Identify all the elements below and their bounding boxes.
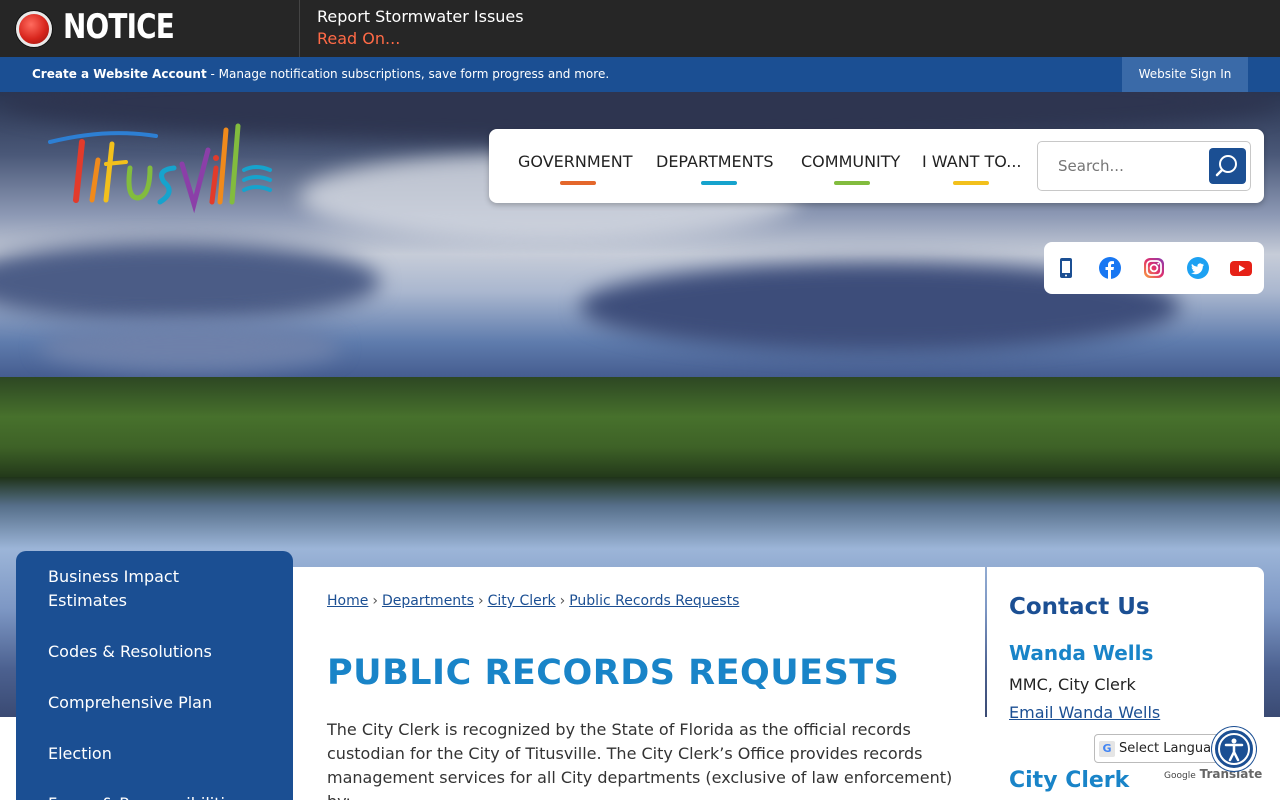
main-content: Home › Departments › City Clerk › Public Recor…: [293, 567, 985, 800]
alert-icon: [16, 11, 52, 47]
facebook-icon[interactable]: [1099, 257, 1121, 279]
notice-label-area: NOTICE: [0, 0, 300, 57]
cloud-shape: [40, 322, 340, 372]
page-title: PUBLIC RECORDS REQUESTS: [327, 653, 900, 693]
notice-bar: NOTICE Report Stormwater Issues Read On.…: [0, 0, 1280, 57]
create-account-link[interactable]: Create a Website Account: [32, 67, 207, 81]
website-sign-in-button[interactable]: Website Sign In: [1122, 57, 1248, 92]
breadcrumb: Home › Departments › City Clerk › Public Recor…: [327, 593, 739, 609]
sidebar-navigation: Business Impact Estimates Codes & Resolu…: [16, 551, 293, 800]
search-icon: [1215, 155, 1237, 177]
sidebar-item-election[interactable]: Election: [48, 742, 112, 766]
email-contact-link[interactable]: Email Wanda Wells: [1009, 703, 1160, 722]
search-box: [1037, 141, 1251, 191]
account-bar: Create a Website Account - Manage notifi…: [0, 57, 1280, 92]
powered-by-google-translate[interactable]: Google Translate: [1164, 767, 1262, 781]
nav-item-community[interactable]: COMMUNITY: [801, 152, 900, 171]
breadcrumb-departments[interactable]: Departments: [382, 593, 474, 609]
contact-name: Wanda Wells: [1009, 641, 1154, 665]
contact-role: MMC, City Clerk: [1009, 675, 1136, 694]
cloud-shape: [0, 242, 380, 322]
search-input[interactable]: [1058, 157, 1198, 175]
language-select-label: Select Language: [1119, 741, 1220, 756]
breadcrumb-separator: ›: [477, 593, 484, 609]
search-button[interactable]: [1209, 148, 1246, 184]
sidebar-item-forms-responsibilities[interactable]: Forms & Responsibilities: [48, 792, 243, 800]
breadcrumb-public-records-requests[interactable]: Public Records Requests: [569, 593, 739, 609]
nav-underline-community: [834, 181, 870, 185]
social-media-bar: [1044, 242, 1264, 294]
nav-item-i-want-to[interactable]: I WANT TO...: [922, 152, 1022, 171]
contact-heading: Contact Us: [1009, 594, 1150, 620]
breadcrumb-separator: ›: [559, 593, 566, 609]
main-navigation: GOVERNMENT DEPARTMENTS COMMUNITY I WANT …: [489, 129, 1264, 203]
nav-item-departments[interactable]: DEPARTMENTS: [656, 152, 774, 171]
breadcrumb-city-clerk[interactable]: City Clerk: [488, 593, 556, 609]
intro-paragraph: The City Clerk is recognized by the Stat…: [327, 720, 953, 800]
nav-underline-government: [560, 181, 596, 185]
sidebar-item-business-impact-estimates[interactable]: Business Impact Estimates: [48, 565, 238, 613]
titusville-logo[interactable]: [46, 120, 276, 215]
contact-department: City Clerk: [1009, 768, 1130, 793]
breadcrumb-separator: ›: [372, 593, 378, 609]
sidebar-item-codes-resolutions[interactable]: Codes & Resolutions: [48, 640, 212, 664]
twitter-icon[interactable]: [1187, 257, 1209, 279]
notice-read-on-link[interactable]: Read On...: [317, 29, 400, 48]
accessibility-icon: [1218, 733, 1250, 765]
grass-band: [0, 377, 1280, 477]
notice-title: NOTICE: [63, 7, 175, 47]
language-select[interactable]: G Select Language: [1094, 734, 1220, 763]
account-bar-description: - Manage notification subscriptions, sav…: [206, 67, 610, 81]
mobile-phone-icon[interactable]: [1055, 257, 1077, 279]
accessibility-button[interactable]: [1212, 727, 1256, 771]
google-wordmark: Google: [1164, 771, 1196, 781]
account-bar-text: Create a Website Account - Manage notifi…: [32, 67, 609, 81]
google-translate-icon: G: [1099, 741, 1115, 757]
youtube-icon[interactable]: [1230, 257, 1252, 279]
breadcrumb-home[interactable]: Home: [327, 593, 368, 609]
nav-item-government[interactable]: GOVERNMENT: [518, 152, 633, 171]
nav-underline-i-want-to: [953, 181, 989, 185]
nav-underline-departments: [701, 181, 737, 185]
instagram-icon[interactable]: [1143, 257, 1165, 279]
notice-message: Report Stormwater Issues: [317, 7, 524, 26]
sidebar-item-comprehensive-plan[interactable]: Comprehensive Plan: [48, 691, 212, 715]
